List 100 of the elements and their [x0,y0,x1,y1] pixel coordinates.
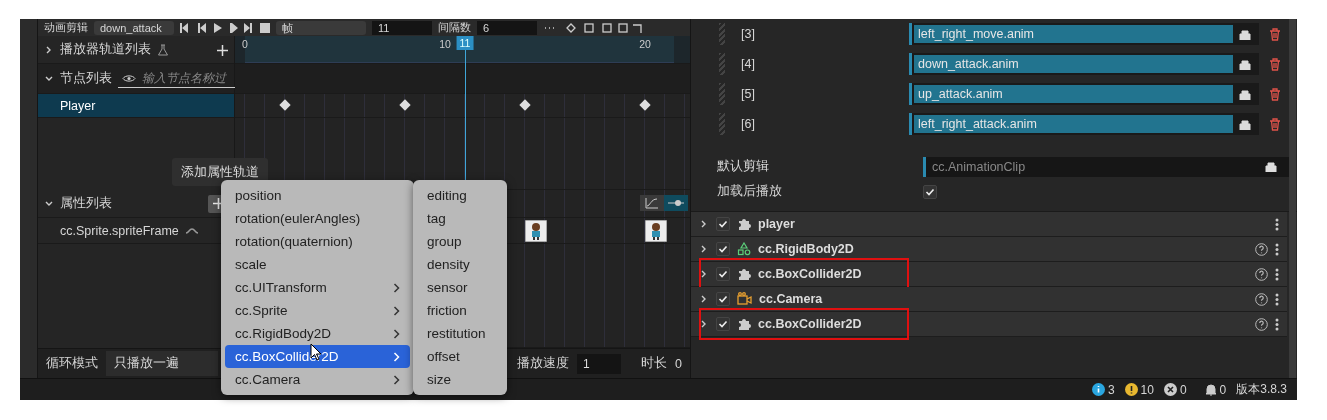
keyframe-icon[interactable] [279,99,291,111]
menu-item[interactable]: friction [417,299,503,322]
interval-label: 间隔数 [438,20,471,35]
component-checkbox[interactable] [716,267,730,281]
camera-icon [737,292,752,306]
loop-mode-select[interactable]: 只播放一遍 [106,351,218,376]
clip-field[interactable]: left_right_attack.anim [909,113,1259,135]
more-icon[interactable] [1275,267,1279,281]
component-header[interactable]: cc.Camera [691,287,1287,312]
error-count[interactable]: 0 [1179,382,1187,397]
menu-item[interactable]: restitution [417,322,503,345]
component-header[interactable]: player [691,212,1287,237]
asset-icon[interactable] [1239,28,1251,40]
curve-view-icon[interactable] [640,195,664,211]
clip-field[interactable]: left_right_move.anim [909,23,1259,45]
menu-item[interactable]: position [225,184,410,207]
trash-icon[interactable] [1269,117,1281,131]
sprite-thumbnail [525,220,547,242]
frame-field[interactable]: 11 [372,20,432,35]
clip-field[interactable]: up_attack.anim [909,83,1259,105]
help-icon[interactable] [1255,242,1268,256]
menu-item[interactable]: rotation(eulerAngles) [225,207,410,230]
shapes-icon [737,242,751,256]
speed-field[interactable]: 1 [577,353,622,374]
node-item[interactable]: Player [38,94,234,118]
menu-item[interactable]: cc.Sprite [225,299,410,322]
section-title: 属性列表 [60,195,112,212]
menu-item[interactable]: cc.RigidBody2D [225,322,410,345]
default-clip-label: 默认剪辑 [717,158,770,175]
checkmark-icon [718,219,728,229]
keyframe-icon[interactable] [639,99,651,111]
menu-item[interactable]: rotation(quaternion) [225,230,410,253]
bell-icon [1204,383,1217,396]
asset-icon[interactable] [1239,118,1251,130]
notification-count[interactable]: 0 [1219,382,1227,397]
curve-icon[interactable] [184,226,199,235]
menu-item[interactable]: scale [225,253,410,276]
tooltip: 添加属性轨道 [172,158,268,186]
puzzle-icon [737,217,751,231]
asset-icon[interactable] [1265,161,1277,172]
clip-index: [4] [741,57,756,71]
clip-select[interactable]: down_attack [94,20,174,35]
scrollbar[interactable] [1289,19,1296,378]
component-name: cc.Camera [759,292,823,306]
trash-icon[interactable] [1269,87,1281,101]
eye-icon[interactable] [122,73,136,83]
help-icon[interactable] [1255,292,1268,306]
drag-handle[interactable] [719,23,725,45]
property-name: cc.Sprite.spriteFrame [60,223,179,238]
interval-field[interactable]: 6 [477,20,537,35]
keyframe-icon[interactable] [399,99,411,111]
drag-handle[interactable] [719,83,725,105]
drag-handle[interactable] [719,53,725,75]
section-title: 节点列表 [60,70,112,87]
playback-controls-icon[interactable] [180,22,270,33]
component-checkbox[interactable] [716,292,730,306]
puzzle-icon [737,317,751,331]
menu-item[interactable]: size [417,368,503,391]
menu-item[interactable]: tag [417,207,503,230]
more-icon[interactable] [1275,217,1279,231]
asset-icon[interactable] [1239,88,1251,100]
add-icon[interactable] [217,44,228,56]
component-checkbox[interactable] [716,242,730,256]
more-icon[interactable] [1275,292,1279,306]
more-icon[interactable] [1275,242,1279,256]
flask-icon[interactable] [157,43,169,56]
error-icon [1163,383,1177,396]
menu-item[interactable]: cc.BoxCollider2D [225,345,410,368]
drag-handle[interactable] [719,113,725,135]
menu-item[interactable]: editing [417,184,503,207]
keyframe-icon[interactable] [519,99,531,111]
menu-item[interactable]: sensor [417,276,503,299]
component-header[interactable]: cc.RigidBody2D [691,237,1287,262]
warning-icon [1124,383,1138,396]
sprite-thumbnail [645,220,667,242]
menu-item[interactable]: cc.UITransform [225,276,410,299]
trash-icon[interactable] [1269,57,1281,71]
duration-label: 时长 [641,355,668,372]
help-icon[interactable] [1255,317,1268,331]
menu-item[interactable]: density [417,253,503,276]
more-icon[interactable] [1275,317,1279,331]
trash-icon[interactable] [1269,27,1281,41]
warning-count[interactable]: 10 [1140,382,1154,397]
help-icon[interactable] [1255,267,1268,281]
asset-icon[interactable] [1239,58,1251,70]
ruler-tick: 20 [639,38,651,50]
frame-mode-select[interactable]: 帧 [276,20,366,35]
menu-item[interactable]: group [417,230,503,253]
play-on-load-checkbox[interactable] [923,184,937,199]
info-icon [1091,383,1105,396]
component-checkbox[interactable] [716,217,730,231]
clip-field[interactable]: down_attack.anim [909,53,1259,75]
play-on-load-label: 加载后播放 [717,183,783,200]
menu-item[interactable]: cc.Camera [225,368,410,391]
component-checkbox[interactable] [716,317,730,331]
menu-item[interactable]: offset [417,345,503,368]
info-count[interactable]: 3 [1107,382,1115,397]
keyframe-view-icon[interactable] [664,195,688,211]
node-filter-field[interactable]: 输入节点名称过 [118,69,236,88]
default-clip-field[interactable]: cc.AnimationClip [923,156,1289,177]
